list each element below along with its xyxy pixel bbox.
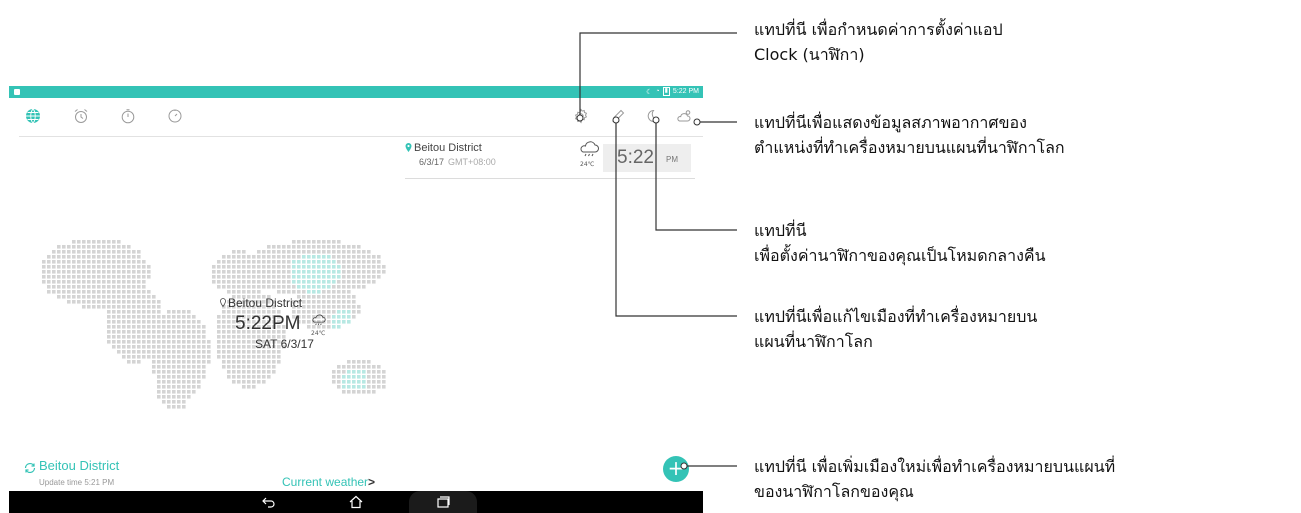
callout-line: แทปที่นี เพื่อเพิ่มเมืองใหม่เพื่อทำเครื่… bbox=[754, 457, 1116, 476]
card-time-box: 5:22 PM bbox=[603, 144, 691, 172]
back-icon[interactable] bbox=[261, 495, 277, 509]
status-time: 5:22 PM bbox=[672, 88, 699, 95]
gear-icon[interactable] bbox=[571, 106, 591, 126]
overlay-date: SAT 6/3/17 bbox=[255, 337, 314, 351]
callout-line: แทปที่นี เพื่อกำหนดค่าการตั้งค่าแอป bbox=[754, 20, 1003, 39]
callout-line: Clock (นาฬิกา) bbox=[754, 45, 865, 64]
add-city-button[interactable]: + bbox=[663, 456, 689, 482]
callout-line: แทปที่นีเพื่อแสดงข้อมูลสภาพอากาศของ bbox=[754, 113, 1027, 132]
current-weather-label: Current weather bbox=[282, 475, 369, 489]
status-bar: ☾ ◔ ▮ 5:22 PM bbox=[9, 86, 703, 98]
moon-icon[interactable] bbox=[642, 106, 662, 126]
overlay-rain-cloud-icon bbox=[312, 314, 326, 326]
map-city-overlay: Beitou District 5:22PM 24℃ SAT 6/3/17 bbox=[220, 296, 344, 386]
timer-icon[interactable] bbox=[165, 106, 185, 126]
card-gmt: GMT+08:00 bbox=[448, 157, 496, 167]
chevron-right-icon: > bbox=[368, 475, 376, 489]
callout-line: แทปที่นี bbox=[754, 221, 807, 240]
location-pin-icon bbox=[405, 143, 412, 152]
navigation-bar bbox=[9, 491, 703, 513]
callout-line: แผนที่นาฬิกาโลก bbox=[754, 332, 873, 351]
refresh-icon[interactable] bbox=[23, 461, 37, 475]
current-weather-link[interactable]: Current weather> bbox=[282, 475, 375, 489]
night-mode-callout: แทปที่นี เพื่อตั้งค่านาฬิกาของคุณเป็นโหม… bbox=[754, 218, 1046, 268]
callout-line: ของนาฬิกาโลกของคุณ bbox=[754, 482, 914, 501]
globe-icon[interactable] bbox=[23, 106, 43, 126]
card-temperature: 24℃ bbox=[580, 161, 595, 168]
callout-line: เพื่อตั้งค่านาฬิกาของคุณเป็นโหมดกลางคืน bbox=[754, 246, 1046, 265]
card-ampm: PM bbox=[666, 155, 678, 164]
home-icon[interactable] bbox=[348, 495, 364, 509]
status-icons: ☾ ◔ ▮ 5:22 PM bbox=[646, 87, 699, 96]
callout-line: แทปที่นีเพื่อแก้ไขเมืองที่ทำเครื่องหมายบ… bbox=[754, 307, 1038, 326]
settings-callout: แทปที่นี เพื่อกำหนดค่าการตั้งค่าแอป Cloc… bbox=[754, 17, 1003, 67]
toolbar-divider bbox=[19, 136, 703, 137]
stopwatch-icon[interactable] bbox=[118, 106, 138, 126]
weather-callout: แทปที่นีเพื่อแสดงข้อมูลสภาพอากาศของ ตำแห… bbox=[754, 110, 1065, 160]
clock-app-screen: ☾ ◔ ▮ 5:22 PM Beitou District 6/3/17 GMT… bbox=[9, 86, 703, 513]
overlay-temperature: 24℃ bbox=[311, 330, 326, 337]
city-clock-card[interactable]: Beitou District 6/3/17 GMT+08:00 24℃ 5:22… bbox=[405, 140, 695, 179]
edit-callout: แทปที่นีเพื่อแก้ไขเมืองที่ทำเครื่องหมายบ… bbox=[754, 304, 1037, 354]
recent-apps-icon[interactable] bbox=[435, 495, 451, 509]
overlay-city-name: Beitou District bbox=[228, 296, 303, 310]
rain-cloud-icon bbox=[580, 141, 599, 157]
bottom-city-name: Beitou District bbox=[39, 458, 120, 473]
toolbar bbox=[9, 98, 703, 134]
update-time: Update time 5:21 PM bbox=[39, 478, 115, 487]
alarm-icon[interactable] bbox=[71, 106, 91, 126]
map-pin-icon bbox=[220, 298, 226, 307]
card-time: 5:22 bbox=[617, 147, 654, 168]
wifi-status-icon: ◔ bbox=[655, 88, 660, 95]
world-map[interactable] bbox=[23, 226, 403, 426]
moon-status-icon: ☾ bbox=[646, 88, 653, 96]
notification-icon bbox=[14, 89, 20, 95]
overlay-time: 5:22PM bbox=[235, 313, 301, 334]
battery-icon: ▮ bbox=[662, 87, 670, 96]
card-date: 6/3/17 GMT+08:00 bbox=[419, 157, 496, 167]
cloud-sun-icon[interactable] bbox=[674, 106, 694, 126]
pencil-icon[interactable] bbox=[608, 106, 628, 126]
add-city-callout: แทปที่นี เพื่อเพิ่มเมืองใหม่เพื่อทำเครื่… bbox=[754, 454, 1115, 504]
card-city-name: Beitou District bbox=[414, 142, 482, 154]
callout-line: ตำแหน่งที่ทำเครื่องหมายบนแผนที่นาฬิกาโลก bbox=[754, 138, 1065, 157]
